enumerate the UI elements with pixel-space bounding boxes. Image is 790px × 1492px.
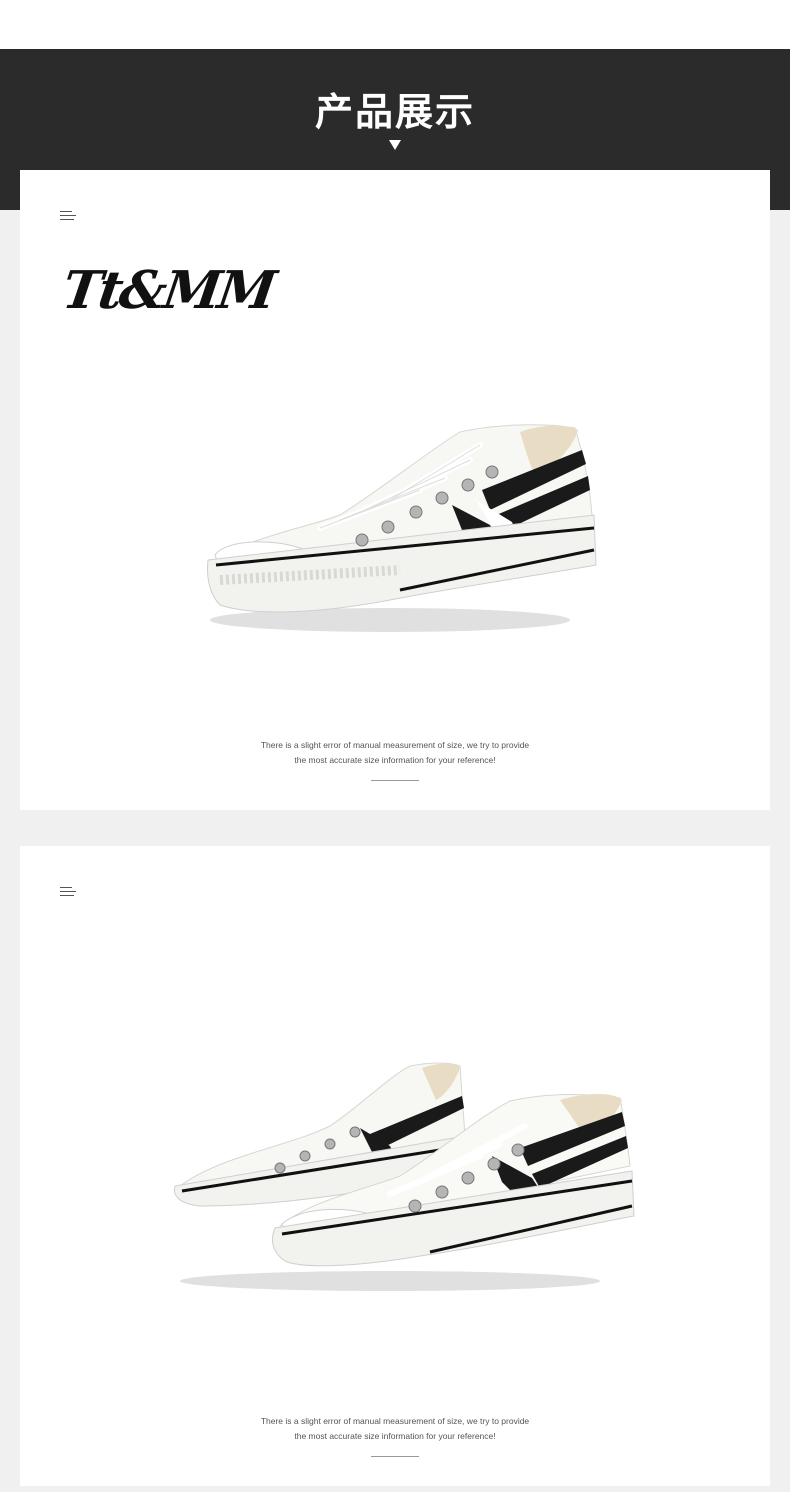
measurement-note-line1: There is a slight error of manual measur… (260, 1416, 530, 1426)
svg-text:Tt&MM: Tt&MM (66, 260, 282, 321)
measurement-note-line2: the most accurate size information for y… (294, 755, 496, 765)
shoe-side-image (207, 424, 597, 632)
shoe-pair-image (173, 1062, 635, 1291)
divider (371, 780, 419, 781)
divider (371, 1456, 419, 1457)
menu-lines-icon (60, 887, 76, 897)
menu-lines-icon (60, 211, 76, 221)
product-card-single-shoe: Tt&MM There is a slight error of manual … (20, 170, 770, 810)
top-spacer (0, 0, 790, 49)
measurement-note-line1: There is a slight error of manual measur… (260, 740, 530, 750)
section-title: 产品展示 (314, 90, 475, 134)
brand-logo: Tt&MM (66, 260, 282, 321)
down-arrow-icon (389, 140, 401, 150)
measurement-note-line2: the most accurate size information for y… (294, 1431, 496, 1441)
product-card-shoe-pair: There is a slight error of manual measur… (20, 846, 770, 1486)
